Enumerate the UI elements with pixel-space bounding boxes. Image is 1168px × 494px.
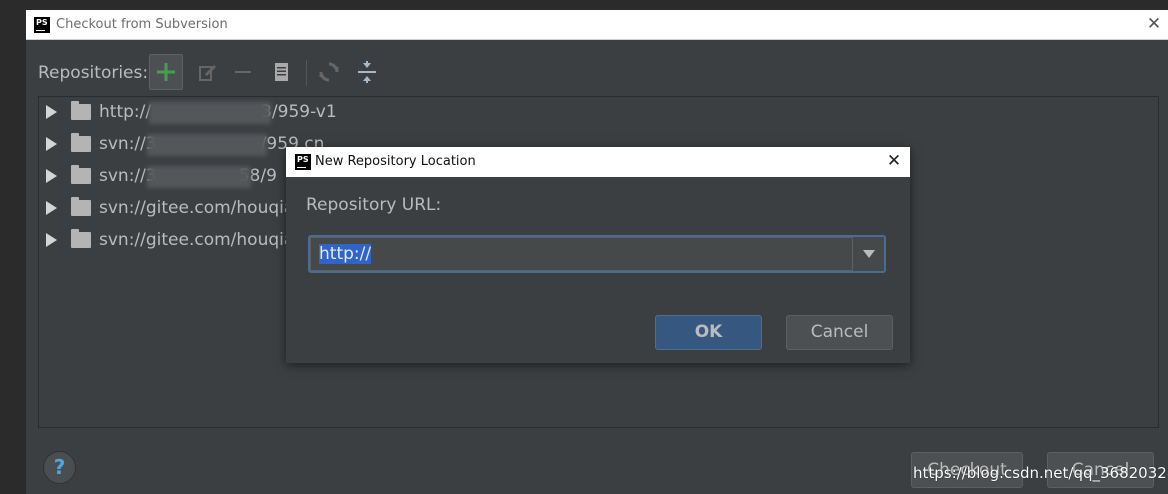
- phpstorm-logo-icon: PS: [295, 154, 311, 170]
- modal-titlebar: PS New Repository Location ✕: [286, 147, 910, 177]
- selected-text: http://: [319, 244, 372, 264]
- dialog-titlebar: PS Checkout from Subversion ✕: [26, 10, 1168, 40]
- phpstorm-logo-icon: PS: [34, 17, 50, 33]
- folder-icon: [71, 197, 91, 216]
- folder-icon: [71, 133, 91, 152]
- add-repository-button[interactable]: [149, 54, 183, 90]
- refresh-icon: [319, 62, 339, 82]
- repository-url-combobox[interactable]: http://: [308, 235, 886, 273]
- expand-arrow-icon[interactable]: [46, 201, 57, 215]
- close-icon[interactable]: ✕: [884, 151, 904, 171]
- watermark-text: https://blog.csdn.net/qq_36820328: [913, 464, 1168, 482]
- refresh-button[interactable]: [312, 54, 346, 90]
- dropdown-button[interactable]: [852, 237, 884, 271]
- edit-repository-button[interactable]: [190, 54, 224, 90]
- folder-icon: [71, 101, 91, 120]
- expand-arrow-icon[interactable]: [46, 233, 57, 247]
- tree-row[interactable]: svn://gitee.com/houqia: [39, 193, 294, 223]
- help-button[interactable]: ?: [43, 451, 76, 484]
- repositories-label: Repositories:: [38, 63, 149, 83]
- new-repository-dialog: PS New Repository Location ✕ Repository …: [286, 147, 910, 363]
- redaction-blur: [147, 134, 267, 156]
- toolbar-separator: [306, 60, 307, 86]
- remove-repository-button[interactable]: [226, 54, 260, 90]
- redaction-blur: [149, 102, 271, 124]
- repository-url-input[interactable]: http://: [310, 237, 852, 271]
- repository-url: svn://gitee.com/houqia: [99, 230, 295, 250]
- dialog-title: Checkout from Subversion: [56, 17, 228, 32]
- edit-icon: [199, 65, 216, 81]
- repository-url-label: Repository URL:: [306, 195, 442, 215]
- repository-url: svn://gitee.com/houqia: [99, 198, 295, 218]
- ok-button[interactable]: OK: [655, 315, 762, 350]
- folder-icon: [71, 165, 91, 184]
- redaction-blur: [147, 166, 251, 188]
- expand-arrow-icon[interactable]: [46, 137, 57, 151]
- copy-icon: [275, 63, 288, 81]
- modal-title: New Repository Location: [315, 154, 476, 169]
- expand-arrow-icon[interactable]: [46, 105, 57, 119]
- add-icon: [157, 63, 175, 81]
- folder-icon: [71, 229, 91, 248]
- tree-row[interactable]: svn://gitee.com/houqia: [39, 225, 294, 255]
- expand-arrow-icon[interactable]: [46, 169, 57, 183]
- collapse-all-button[interactable]: [350, 54, 384, 90]
- close-icon[interactable]: ✕: [1144, 14, 1164, 34]
- remove-icon: [235, 71, 251, 73]
- browse-repository-button[interactable]: [264, 54, 298, 90]
- modal-cancel-button[interactable]: Cancel: [786, 315, 893, 350]
- chevron-down-icon: [862, 250, 875, 258]
- collapse-icon: [358, 61, 376, 83]
